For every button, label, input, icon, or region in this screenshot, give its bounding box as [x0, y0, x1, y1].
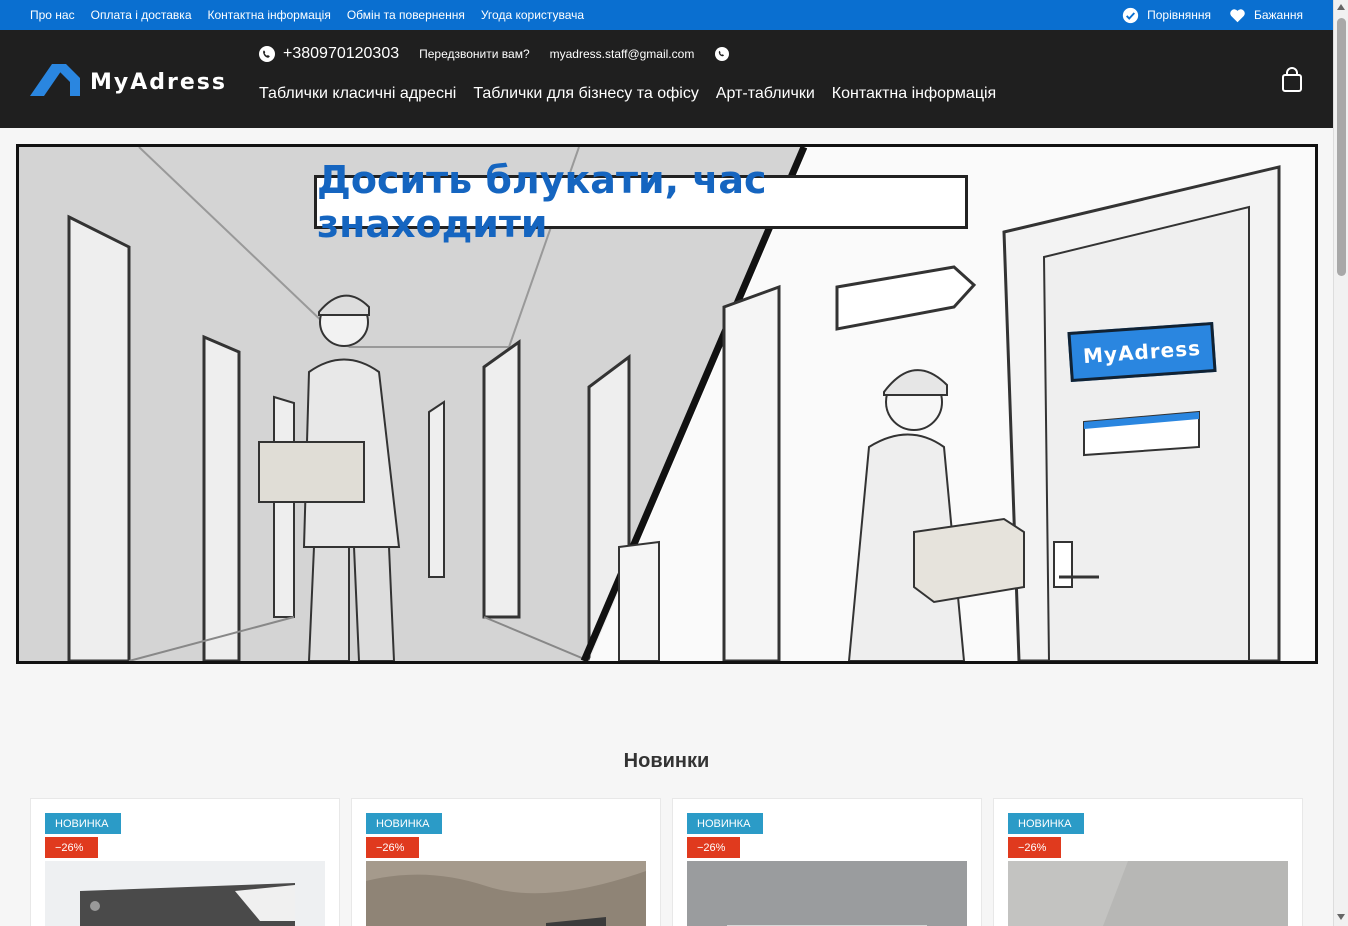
phone-link[interactable]: +380970120303: [259, 45, 399, 63]
check-circle-icon: [1122, 7, 1139, 23]
site-logo[interactable]: MyAdress: [30, 60, 227, 96]
link-contacts[interactable]: Контактна інформація: [208, 8, 331, 22]
link-about[interactable]: Про нас: [30, 8, 75, 22]
email-link[interactable]: myadress.staff@gmail.com: [550, 47, 695, 61]
product-card[interactable]: НОВИНКА −26%: [30, 798, 340, 926]
scroll-up-icon[interactable]: [1337, 4, 1345, 10]
product-image[interactable]: [366, 861, 646, 926]
top-links: Про нас Оплата і доставка Контактна інфо…: [30, 0, 584, 30]
product-image[interactable]: [45, 861, 325, 926]
badge-sale: −26%: [45, 837, 98, 858]
heart-icon: [1230, 8, 1245, 22]
top-bar: Про нас Оплата і доставка Контактна інфо…: [0, 0, 1333, 30]
scrollbar-thumb[interactable]: [1337, 18, 1346, 276]
product-card[interactable]: НОВИНКА −26%: [351, 798, 661, 926]
viber-icon[interactable]: [714, 46, 730, 62]
wishlist-label: Бажання: [1253, 8, 1303, 22]
badge-sale: −26%: [1008, 837, 1061, 858]
product-card[interactable]: НОВИНКА −26%: [993, 798, 1303, 926]
main-nav: Таблички класичні адресні Таблички для б…: [259, 82, 996, 106]
logo-mark-icon: [30, 64, 80, 96]
link-user-agreement[interactable]: Угода користувача: [481, 8, 584, 22]
product-image[interactable]: [1008, 861, 1288, 926]
hero-banner[interactable]: Досить блукати, час знаходити MyAdress: [16, 144, 1318, 664]
hero-headline: Досить блукати, час знаходити: [314, 158, 968, 246]
badge-new: НОВИНКА: [1008, 813, 1084, 834]
badge-new: НОВИНКА: [45, 813, 121, 834]
nav-contacts[interactable]: Контактна інформація: [832, 85, 996, 103]
nav-art-plates[interactable]: Арт-таблички: [716, 85, 815, 103]
contact-row: +380970120303 Передзвонити вам? myadress…: [259, 42, 730, 66]
badge-sale: −26%: [687, 837, 740, 858]
page-scrollbar[interactable]: [1333, 0, 1348, 926]
link-payment-delivery[interactable]: Оплата і доставка: [91, 8, 192, 22]
badge-sale: −26%: [366, 837, 419, 858]
scroll-down-icon[interactable]: [1337, 914, 1345, 920]
wishlist-link[interactable]: Бажання: [1229, 7, 1303, 24]
badge-new: НОВИНКА: [687, 813, 763, 834]
compare-link[interactable]: Порівняння: [1122, 7, 1211, 24]
door-sign-logo: MyAdress: [1067, 321, 1217, 383]
nav-business-plates[interactable]: Таблички для бізнесу та офісу: [473, 85, 699, 103]
nav-classic-address-plates[interactable]: Таблички класичні адресні: [259, 85, 456, 103]
callback-link[interactable]: Передзвонити вам?: [419, 47, 530, 61]
badge-new: НОВИНКА: [366, 813, 442, 834]
logo-text: MyAdress: [90, 70, 227, 95]
phone-icon: [259, 46, 275, 62]
link-returns[interactable]: Обмін та повернення: [347, 8, 465, 22]
cart-icon[interactable]: [1281, 67, 1303, 93]
phone-number: +380970120303: [283, 45, 400, 62]
product-image[interactable]: [687, 861, 967, 926]
product-card[interactable]: НОВИНКА −26%: [672, 798, 982, 926]
product-grid: НОВИНКА −26% НОВИНКА −26% НОВИНКА −26% Н…: [30, 798, 1304, 926]
compare-label: Порівняння: [1147, 8, 1211, 22]
main-header: MyAdress +380970120303 Передзвонити вам?…: [0, 30, 1333, 128]
section-title-new: Новинки: [623, 750, 710, 772]
